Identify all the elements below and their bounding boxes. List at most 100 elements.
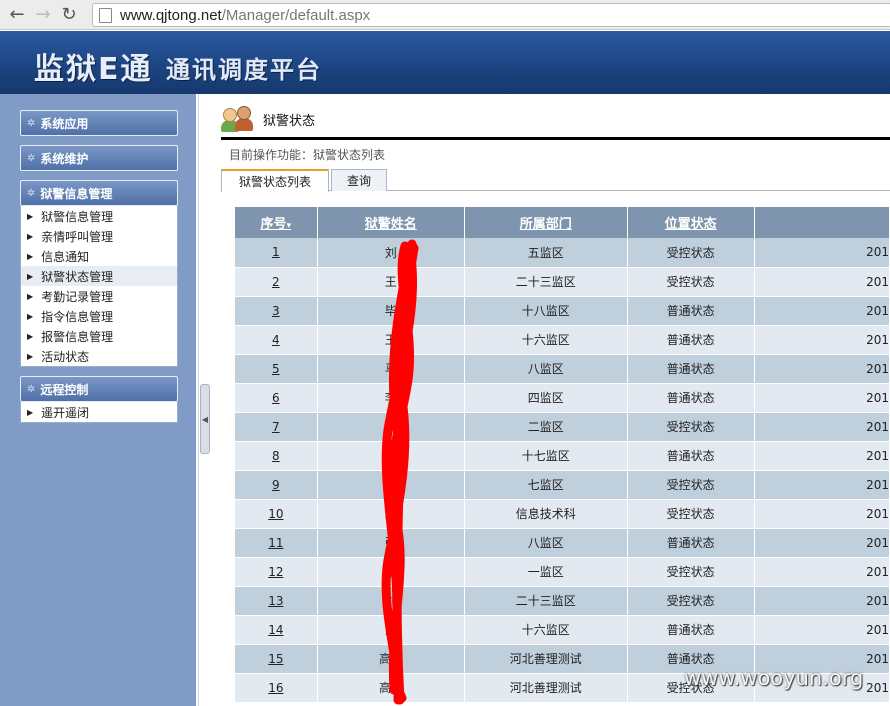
- sidebar-section-header[interactable]: ✲ 系统应用: [20, 110, 178, 136]
- column-header-location-status[interactable]: 位置状态: [627, 207, 755, 238]
- sidebar-section-header[interactable]: ✲ 远程控制: [20, 376, 178, 402]
- title-divider: [221, 137, 890, 140]
- cell-department: 七监区: [464, 470, 628, 500]
- users-icon: [221, 106, 255, 132]
- sidebar-item-alarms[interactable]: ▶ 报警信息管理: [21, 326, 177, 346]
- cell-index[interactable]: 1: [235, 238, 318, 268]
- cell-index[interactable]: 2: [235, 267, 318, 297]
- cell-date: 201: [754, 615, 890, 645]
- sidebar-section-system-maintenance[interactable]: ✲ 系统维护: [20, 145, 178, 171]
- table-row[interactable]: 11 张 八监区 普通状态 201: [235, 528, 890, 558]
- cell-index[interactable]: 15: [235, 644, 318, 674]
- table-row[interactable]: 13 刘 二十三监区 受控状态 201: [235, 586, 890, 616]
- table-row[interactable]: 14 田 十六监区 普通状态 201: [235, 615, 890, 645]
- cell-location-status: 普通状态: [627, 615, 755, 645]
- cell-date: 201: [754, 296, 890, 326]
- column-header-name[interactable]: 狱警姓名: [317, 207, 465, 238]
- cell-guard-name: 刘: [317, 586, 465, 616]
- arrow-right-icon[interactable]: →: [30, 2, 56, 28]
- cell-department: 四监区: [464, 383, 628, 413]
- sidebar-item-family-call[interactable]: ▶ 亲情呼叫管理: [21, 226, 177, 246]
- sidebar-item-label: 亲情呼叫管理: [41, 229, 114, 244]
- triangle-right-icon: ▶: [27, 251, 34, 261]
- sidebar-section-header[interactable]: ✲ 狱警信息管理: [20, 180, 178, 206]
- table-row[interactable]: 1刘 五监区 受控状态 201: [235, 238, 890, 268]
- page-title: 狱警状态: [263, 113, 316, 129]
- cell-index[interactable]: 16: [235, 673, 318, 703]
- sidebar-section-remote-control: ✲ 远程控制 ▶ 遥开遥闭: [20, 376, 178, 423]
- cell-location-status: 普通状态: [627, 296, 755, 326]
- table-row[interactable]: 9陈 七监区 受控状态 201: [235, 470, 890, 500]
- table-row[interactable]: 10 王 信息技术科 受控状态 201: [235, 499, 890, 529]
- table-row[interactable]: 6李 四监区 普通状态 201: [235, 383, 890, 413]
- cell-location-status: 受控状态: [627, 267, 755, 297]
- cell-index[interactable]: 5: [235, 354, 318, 384]
- tab-query[interactable]: 查询: [331, 169, 387, 191]
- cell-index[interactable]: 11: [235, 528, 318, 558]
- sidebar-item-guard-info-management[interactable]: ▶ 狱警信息管理: [21, 206, 177, 226]
- sidebar-splitter[interactable]: ◀: [198, 94, 210, 706]
- page-icon: [99, 7, 112, 23]
- cell-index[interactable]: 8: [235, 441, 318, 471]
- cell-index[interactable]: 3: [235, 296, 318, 326]
- cell-index[interactable]: 14: [235, 615, 318, 645]
- table-row[interactable]: 3毕 十八监区 普通状态 201: [235, 296, 890, 326]
- cell-index[interactable]: 12: [235, 557, 318, 587]
- reload-icon[interactable]: ↻: [56, 2, 82, 28]
- table-row[interactable]: 8金 十七监区 普通状态 201: [235, 441, 890, 471]
- cell-department: 河北善理测试: [464, 673, 628, 703]
- cell-guard-name: 马: [317, 354, 465, 384]
- column-label: 序号: [260, 217, 287, 232]
- cell-department: 五监区: [464, 238, 628, 268]
- cell-location-status: 普通状态: [627, 528, 755, 558]
- sidebar-section-header[interactable]: ✲ 系统维护: [20, 145, 178, 171]
- cell-location-status: 普通状态: [627, 383, 755, 413]
- cell-guard-name: 宋: [317, 557, 465, 587]
- address-bar[interactable]: www.qjtong.net/Manager/default.aspx: [92, 3, 890, 27]
- cell-index[interactable]: 7: [235, 412, 318, 442]
- cell-department: 二监区: [464, 412, 628, 442]
- arrow-left-icon[interactable]: ←: [4, 2, 30, 28]
- sidebar-section-label: 系统应用: [40, 116, 89, 131]
- sidebar-item-notification[interactable]: ▶ 信息通知: [21, 246, 177, 266]
- column-header-date[interactable]: [754, 207, 890, 238]
- table-row[interactable]: 4王 十六监区 普通状态 201: [235, 325, 890, 355]
- cell-index[interactable]: 6: [235, 383, 318, 413]
- main-content: 狱警状态 目前操作功能：狱警状态列表 狱警状态列表 查询 序号▾ 狱警姓名 所属…: [211, 94, 890, 706]
- cell-index[interactable]: 4: [235, 325, 318, 355]
- collapse-handle-icon[interactable]: ◀: [200, 384, 210, 454]
- cell-guard-name: 陈: [317, 470, 465, 500]
- sidebar-item-attendance[interactable]: ▶ 考勤记录管理: [21, 286, 177, 306]
- table-row[interactable]: 5马 八监区 普通状态 201: [235, 354, 890, 384]
- column-header-department[interactable]: 所属部门: [464, 207, 628, 238]
- table-row[interactable]: 2王 二十三监区 受控状态 201: [235, 267, 890, 297]
- cell-department: 十八监区: [464, 296, 628, 326]
- cell-department: 十七监区: [464, 441, 628, 471]
- cell-index[interactable]: 10: [235, 499, 318, 529]
- triangle-right-icon: ▶: [27, 407, 34, 417]
- sidebar-item-remote-open-close[interactable]: ▶ 遥开遥闭: [21, 402, 177, 422]
- sidebar-section-guard-info: ✲ 狱警信息管理 ▶ 狱警信息管理 ▶ 亲情呼叫管理 ▶ 信息通知 ▶ 狱警状态管理 ▶ 考…: [20, 180, 178, 367]
- header-banner: 监狱E通 通讯调度平台: [0, 31, 890, 94]
- cell-guard-name: 高 1: [317, 673, 465, 703]
- sidebar-item-label: 遥开遥闭: [41, 405, 90, 420]
- table-row[interactable]: 7李 二监区 受控状态 201: [235, 412, 890, 442]
- sidebar-section-system-apps[interactable]: ✲ 系统应用: [20, 110, 178, 136]
- cell-location-status: 受控状态: [627, 586, 755, 616]
- cell-department: 八监区: [464, 528, 628, 558]
- sidebar-item-commands[interactable]: ▶ 指令信息管理: [21, 306, 177, 326]
- sidebar-item-guard-status[interactable]: ▶ 狱警状态管理: [21, 266, 177, 286]
- cell-guard-name: 李: [317, 383, 465, 413]
- sidebar-section-label: 狱警信息管理: [40, 186, 113, 201]
- sidebar-item-activity-status[interactable]: ▶ 活动状态: [21, 346, 177, 366]
- cell-department: 一监区: [464, 557, 628, 587]
- tab-status-list[interactable]: 狱警状态列表: [221, 169, 329, 192]
- sidebar-item-label: 考勤记录管理: [41, 289, 114, 304]
- table-row[interactable]: 12 宋 一监区 受控状态 201: [235, 557, 890, 587]
- cell-index[interactable]: 9: [235, 470, 318, 500]
- cell-index[interactable]: 13: [235, 586, 318, 616]
- star-icon: ✲: [27, 117, 36, 129]
- cell-date: 201: [754, 499, 890, 529]
- column-header-index[interactable]: 序号▾: [235, 207, 318, 238]
- sidebar-item-label: 信息通知: [41, 249, 90, 264]
